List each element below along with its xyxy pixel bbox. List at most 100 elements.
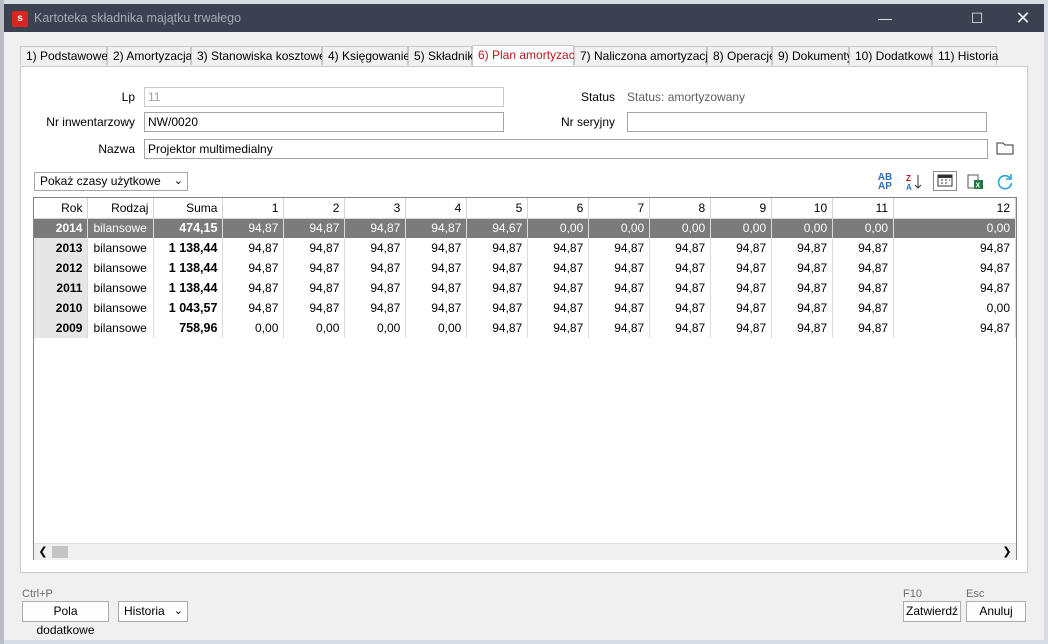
close-icon[interactable]: ✕	[1000, 4, 1046, 32]
cell-month-3[interactable]: 94,87	[344, 218, 407, 238]
col-header-8[interactable]: 8	[649, 198, 712, 219]
cell-month-10[interactable]: 94,87	[771, 318, 834, 338]
cell-month-3[interactable]: 94,87	[344, 258, 407, 278]
title-bar[interactable]: s Kartoteka składnika majątku trwałego —…	[4, 4, 1044, 32]
cell-month-3[interactable]: 94,87	[344, 278, 407, 298]
col-header-1[interactable]: 1	[222, 198, 285, 219]
cell-month-11[interactable]: 94,87	[832, 318, 895, 338]
cell-month-1[interactable]: 94,87	[222, 238, 285, 258]
tab-naliczona-amortyzacja[interactable]: 7) Naliczona amortyzacja	[574, 46, 715, 65]
lp-field[interactable]: 11	[144, 87, 504, 107]
cell-month-4[interactable]: 94,87	[405, 298, 468, 318]
cell-month-6[interactable]: 0,00	[527, 218, 590, 238]
cell-month-6[interactable]: 94,87	[527, 238, 590, 258]
table-row[interactable]: 2014 bilansowe 474,15 94,87 94,87 94,87 94,87 9…	[34, 218, 1016, 238]
zatwierdz-button[interactable]: Zatwierdź	[903, 601, 961, 622]
cell-rok[interactable]: 2014	[34, 218, 89, 238]
col-header-9[interactable]: 9	[710, 198, 773, 219]
cell-rodzaj[interactable]: bilansowe	[87, 218, 155, 238]
excel-export-icon[interactable]: X	[964, 173, 986, 191]
cell-month-1[interactable]: 0,00	[222, 318, 285, 338]
tab-amortyzacja[interactable]: 2) Amortyzacja	[107, 46, 192, 65]
cell-month-4[interactable]: 94,87	[405, 278, 468, 298]
cell-rok[interactable]: 2013	[34, 238, 89, 258]
col-header-2[interactable]: 2	[283, 198, 346, 219]
tab-plan-amortyzacji[interactable]: 6) Plan amortyzacji	[472, 45, 580, 66]
cell-month-9[interactable]: 94,87	[710, 238, 773, 258]
cell-month-12[interactable]: 94,87	[893, 238, 1016, 258]
col-header-suma[interactable]: Suma	[153, 198, 224, 219]
col-header-7[interactable]: 7	[588, 198, 651, 219]
cell-month-7[interactable]: 94,87	[588, 238, 651, 258]
cell-month-4[interactable]: 0,00	[405, 318, 468, 338]
tab-podstawowe[interactable]: 1) Podstawowe	[20, 46, 108, 65]
cell-month-7[interactable]: 94,87	[588, 258, 651, 278]
cell-month-8[interactable]: 94,87	[649, 278, 712, 298]
cell-month-2[interactable]: 94,87	[283, 258, 346, 278]
tab-skladniki[interactable]: 5) Składniki	[408, 46, 476, 65]
col-header-5[interactable]: 5	[466, 198, 529, 219]
cell-month-10[interactable]: 0,00	[771, 218, 834, 238]
cell-month-7[interactable]: 0,00	[588, 218, 651, 238]
cell-month-11[interactable]: 0,00	[832, 218, 895, 238]
cell-rok[interactable]: 2011	[34, 278, 89, 298]
cell-month-9[interactable]: 94,87	[710, 258, 773, 278]
cell-month-2[interactable]: 0,00	[283, 318, 346, 338]
cell-suma[interactable]: 1 138,44	[153, 238, 224, 258]
cell-month-2[interactable]: 94,87	[283, 298, 346, 318]
cell-month-1[interactable]: 94,87	[222, 278, 285, 298]
tab-dodatkowe[interactable]: 10) Dodatkowe	[849, 46, 936, 65]
table-row[interactable]: 2010 bilansowe 1 043,57 94,87 94,87 94,87 94,8…	[34, 298, 1016, 318]
table-row[interactable]: 2012 bilansowe 1 138,44 94,87 94,87 94,87 94,8…	[34, 258, 1016, 278]
sort-za-icon[interactable]: ZA	[903, 173, 925, 192]
table-row[interactable]: 2011 bilansowe 1 138,44 94,87 94,87 94,87 94,8…	[34, 278, 1016, 298]
cell-month-3[interactable]: 94,87	[344, 238, 407, 258]
col-header-rok[interactable]: Rok	[34, 198, 89, 219]
cell-month-10[interactable]: 94,87	[771, 298, 834, 318]
cell-suma[interactable]: 1 138,44	[153, 278, 224, 298]
cell-rodzaj[interactable]: bilansowe	[87, 258, 155, 278]
cell-rodzaj[interactable]: bilansowe	[87, 238, 155, 258]
table-row[interactable]: 2013 bilansowe 1 138,44 94,87 94,87 94,87 94,8…	[34, 238, 1016, 258]
cell-month-11[interactable]: 94,87	[832, 258, 895, 278]
tab-dokumenty[interactable]: 9) Dokumenty	[772, 46, 853, 65]
tab-operacje[interactable]: 8) Operacje	[707, 46, 776, 65]
cell-rok[interactable]: 2009	[34, 318, 89, 338]
cell-month-8[interactable]: 94,87	[649, 298, 712, 318]
cell-month-1[interactable]: 94,87	[222, 258, 285, 278]
historia-select[interactable]: Historia ⌄	[118, 601, 188, 622]
cell-month-3[interactable]: 0,00	[344, 318, 407, 338]
cell-month-12[interactable]: 0,00	[893, 298, 1016, 318]
cell-month-7[interactable]: 94,87	[588, 278, 651, 298]
nazwa-field[interactable]: Projektor multimedialny	[144, 139, 988, 159]
cell-month-10[interactable]: 94,87	[771, 258, 834, 278]
cell-month-4[interactable]: 94,87	[405, 258, 468, 278]
cell-month-1[interactable]: 94,87	[222, 298, 285, 318]
col-header-rodzaj[interactable]: Rodzaj	[87, 198, 155, 219]
minimize-icon[interactable]: —	[862, 4, 908, 32]
horizontal-scrollbar[interactable]: ❮ ❯	[34, 543, 1016, 560]
cell-month-2[interactable]: 94,87	[283, 218, 346, 238]
cell-suma[interactable]: 474,15	[153, 218, 224, 238]
cell-suma[interactable]: 758,96	[153, 318, 224, 338]
cell-rodzaj[interactable]: bilansowe	[87, 278, 155, 298]
cell-month-8[interactable]: 94,87	[649, 258, 712, 278]
col-header-6[interactable]: 6	[527, 198, 590, 219]
cell-month-5[interactable]: 94,87	[466, 278, 529, 298]
col-header-11[interactable]: 11	[832, 198, 895, 219]
folder-icon[interactable]	[996, 140, 1014, 156]
tab-ksiegowanie[interactable]: 4) Księgowanie	[322, 46, 410, 65]
cell-suma[interactable]: 1 138,44	[153, 258, 224, 278]
cell-month-6[interactable]: 94,87	[527, 278, 590, 298]
nr-seryjny-field[interactable]	[627, 112, 987, 132]
cell-month-4[interactable]: 94,87	[405, 238, 468, 258]
cell-month-8[interactable]: 0,00	[649, 218, 712, 238]
cell-month-2[interactable]: 94,87	[283, 238, 346, 258]
cell-month-9[interactable]: 0,00	[710, 218, 773, 238]
nr-inwentarzowy-field[interactable]: NW/0020	[144, 112, 504, 132]
cell-month-1[interactable]: 94,87	[222, 218, 285, 238]
cell-month-8[interactable]: 94,87	[649, 238, 712, 258]
cell-month-6[interactable]: 94,87	[527, 298, 590, 318]
cell-rodzaj[interactable]: bilansowe	[87, 298, 155, 318]
cell-month-6[interactable]: 94,87	[527, 318, 590, 338]
